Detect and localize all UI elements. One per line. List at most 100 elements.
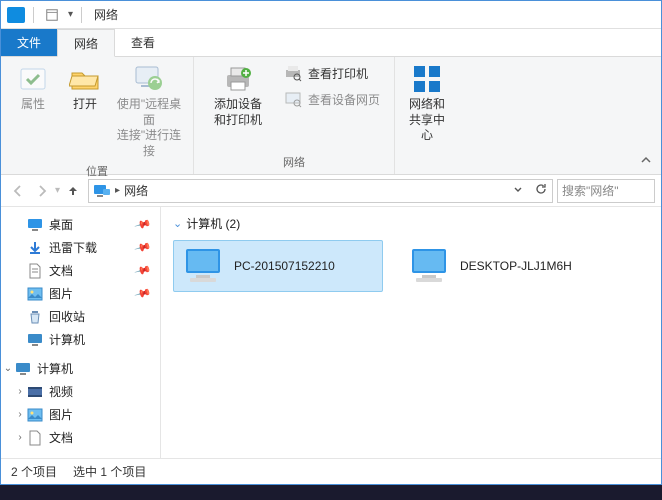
chevron-right-icon: ▸ [115, 185, 120, 196]
pin-icon: 📌 [134, 215, 152, 233]
computer-icon [15, 361, 31, 377]
content-pane: ⌄ 计算机 (2) PC-201507152210 [161, 207, 661, 458]
titlebar: ▾ 网络 [1, 1, 661, 29]
download-icon [27, 240, 43, 256]
sidebar-label: 文档 [49, 429, 73, 446]
address-bar: ▾ ▸ 网络 搜索"网络" [1, 175, 661, 207]
sidebar-item-videos[interactable]: › 视频 [1, 380, 160, 403]
open-button[interactable]: 打开 [61, 61, 109, 115]
network-center-button[interactable]: 网络和 共享中心 [403, 61, 451, 146]
ribbon-group-center: 网络和 共享中心 [395, 57, 459, 174]
tab-network[interactable]: 网络 [57, 29, 115, 57]
computer-item[interactable]: PC-201507152210 [173, 240, 383, 292]
arrow-left-icon [11, 184, 25, 198]
search-input[interactable]: 搜索"网络" [557, 179, 655, 203]
nav-forward-button[interactable] [31, 180, 53, 202]
properties-button[interactable]: 属性 [9, 61, 57, 115]
separator [33, 7, 34, 23]
recycle-bin-icon [27, 309, 43, 325]
document-icon [27, 263, 43, 279]
chevron-down-icon: ⌄ [173, 217, 182, 230]
view-printers-label: 查看打印机 [308, 65, 368, 82]
sidebar-label: 图片 [49, 406, 73, 423]
caret-right-icon[interactable]: › [15, 386, 25, 397]
refresh-button[interactable] [511, 182, 548, 199]
caret-right-icon[interactable]: › [15, 409, 25, 420]
desktop-icon [27, 217, 43, 233]
arrow-right-icon [35, 184, 49, 198]
status-item-count: 2 个项目 [11, 463, 57, 480]
qat-dropdown-icon[interactable]: ▾ [68, 9, 73, 20]
computer-item[interactable]: DESKTOP-JLJ1M6H [399, 240, 609, 292]
sidebar-item-pictures-2[interactable]: › 图片 [1, 403, 160, 426]
computer-icon [408, 247, 450, 285]
dropdown-icon [511, 182, 525, 196]
group-center-label [403, 156, 451, 172]
app-icon [7, 7, 25, 23]
computer-icon [27, 332, 43, 348]
section-title: 计算机 (2) [186, 215, 240, 232]
tab-view[interactable]: 查看 [115, 29, 171, 56]
nav-back-button[interactable] [7, 180, 29, 202]
group-network-label: 网络 [202, 152, 386, 172]
nav-up-button[interactable] [62, 180, 84, 202]
item-label: PC-201507152210 [234, 259, 335, 273]
sidebar-item-pictures[interactable]: 图片 📌 [1, 282, 160, 305]
network-location-icon [93, 183, 111, 199]
network-center-icon [411, 63, 443, 95]
sidebar-item-computer-quick[interactable]: 计算机 [1, 328, 160, 351]
computer-icon [182, 247, 224, 285]
section-header-computers[interactable]: ⌄ 计算机 (2) [173, 215, 649, 232]
sidebar-item-documents[interactable]: 文档 📌 [1, 259, 160, 282]
sidebar-item-documents-2[interactable]: › 文档 [1, 426, 160, 449]
sidebar-label: 视频 [49, 383, 73, 400]
ribbon-group-location: 属性 打开 使用"远程桌面 连接"进行连接 位置 [1, 57, 194, 174]
qat-properties-icon[interactable] [42, 5, 62, 25]
refresh-icon [534, 182, 548, 196]
address-field[interactable]: ▸ 网络 [88, 179, 553, 203]
breadcrumb-segment[interactable]: 网络 [124, 182, 148, 199]
ribbon-collapse-button[interactable] [631, 149, 661, 174]
view-printers-button[interactable]: 查看打印机 [278, 61, 386, 85]
rdp-label: 使用"远程桌面 连接"进行连接 [115, 97, 183, 159]
search-placeholder: 搜索"网络" [562, 182, 619, 199]
printer-add-icon [222, 63, 254, 95]
sidebar-item-desktop[interactable]: 桌面 📌 [1, 213, 160, 236]
add-device-button[interactable]: 添加设备 和打印机 [202, 61, 274, 130]
view-device-page-button[interactable]: 查看设备网页 [278, 87, 386, 111]
sidebar-label: 迅雷下载 [49, 239, 97, 256]
explorer-body: 桌面 📌 迅雷下载 📌 文档 📌 图片 📌 回收站 [1, 207, 661, 458]
status-bar: 2 个项目 选中 1 个项目 [1, 458, 661, 484]
chevron-up-icon [639, 153, 653, 167]
caret-down-icon[interactable]: ⌄ [3, 363, 13, 374]
separator [81, 7, 82, 23]
pin-icon: 📌 [134, 238, 152, 256]
rdp-button[interactable]: 使用"远程桌面 连接"进行连接 [113, 61, 185, 161]
status-selected-count: 选中 1 个项目 [73, 463, 146, 480]
sidebar-item-recycle[interactable]: 回收站 [1, 305, 160, 328]
items-grid: PC-201507152210 DESKTOP-JLJ1M6H [173, 240, 649, 292]
sidebar-item-computer[interactable]: ⌄ 计算机 [1, 357, 160, 380]
checkmark-icon [17, 63, 49, 95]
device-page-icon [284, 90, 302, 108]
explorer-window: ▾ 网络 文件 网络 查看 属性 打开 [0, 0, 662, 485]
printer-search-icon [284, 64, 302, 82]
sidebar-label: 计算机 [49, 331, 85, 348]
arrow-up-icon [66, 184, 80, 198]
sidebar-label: 文档 [49, 262, 73, 279]
sidebar-label: 计算机 [37, 360, 73, 377]
tab-file[interactable]: 文件 [1, 29, 57, 56]
window-title: 网络 [94, 6, 118, 23]
ribbon-tabs: 文件 网络 查看 [1, 29, 661, 57]
video-icon [27, 384, 43, 400]
folder-open-icon [69, 63, 101, 95]
item-label: DESKTOP-JLJ1M6H [460, 259, 572, 273]
network-center-label: 网络和 共享中心 [405, 97, 449, 144]
picture-icon [27, 286, 43, 302]
caret-right-icon[interactable]: › [15, 432, 25, 443]
ribbon: 属性 打开 使用"远程桌面 连接"进行连接 位置 [1, 57, 661, 175]
ribbon-group-network: 添加设备 和打印机 查看打印机 查看设备网页 [194, 57, 395, 174]
nav-history-dropdown[interactable]: ▾ [55, 185, 60, 196]
sidebar-item-thunder[interactable]: 迅雷下载 📌 [1, 236, 160, 259]
properties-label: 属性 [21, 97, 45, 113]
